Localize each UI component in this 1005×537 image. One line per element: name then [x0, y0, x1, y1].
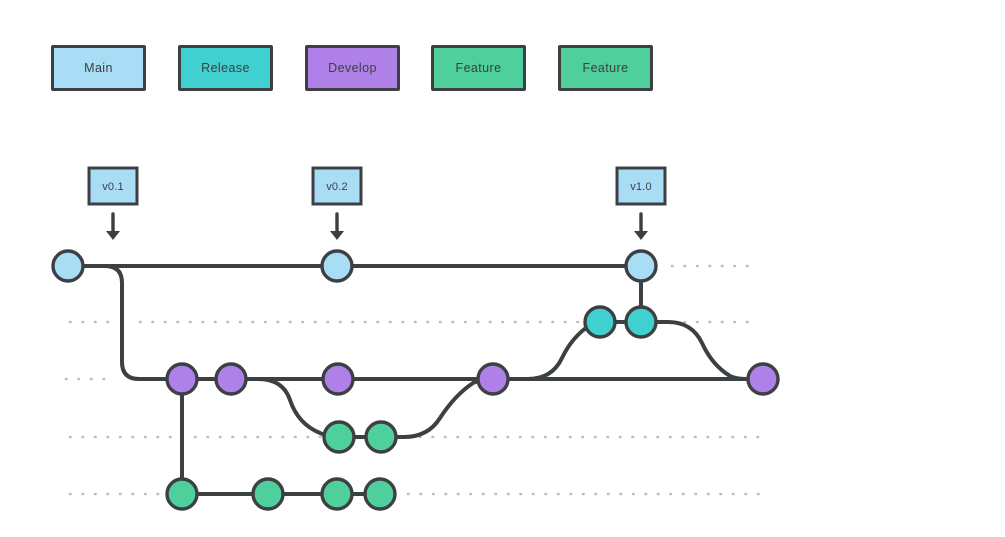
commit-circle[interactable] [364, 420, 398, 454]
commit-node-feature-b-12[interactable] [165, 477, 199, 511]
commit-circle[interactable] [476, 362, 510, 396]
commit-circle[interactable] [251, 477, 285, 511]
edge-release-merge-develop [639, 320, 750, 381]
commit-circle[interactable] [624, 305, 658, 339]
edge-feature-a-merge-develop [379, 377, 495, 439]
version-tag-v0-2[interactable]: v0.2 [311, 166, 363, 206]
tag-arrow-head-1 [330, 231, 344, 240]
commit-node-feature-a-10[interactable] [322, 420, 356, 454]
commit-circle[interactable] [321, 362, 355, 396]
tag-arrows [106, 212, 648, 240]
version-tag-label: v0.1 [102, 181, 124, 193]
commit-circle[interactable] [322, 420, 356, 454]
version-tag-v0-1[interactable]: v0.1 [87, 166, 139, 206]
commit-node-develop-9[interactable] [746, 362, 780, 396]
version-tag-label: v1.0 [630, 181, 652, 193]
commit-circle[interactable] [583, 305, 617, 339]
commit-circle[interactable] [51, 249, 85, 283]
tag-arrow-head-0 [106, 231, 120, 240]
commit-circle[interactable] [214, 362, 248, 396]
version-tag-v1-0[interactable]: v1.0 [615, 166, 667, 206]
commit-node-develop-5[interactable] [165, 362, 199, 396]
version-tag-label: v0.2 [326, 181, 348, 193]
version-tags: v0.1 v0.2 v1.0 [87, 166, 667, 206]
commit-circle[interactable] [320, 249, 354, 283]
commit-node-develop-7[interactable] [321, 362, 355, 396]
commit-node-main-2[interactable] [624, 249, 658, 283]
tag-arrow-head-2 [634, 231, 648, 240]
branch-graph: v0.1 v0.2 v1.0 [51, 166, 780, 511]
commit-node-feature-a-11[interactable] [364, 420, 398, 454]
commit-node-release-3[interactable] [583, 305, 617, 339]
commit-circle[interactable] [624, 249, 658, 283]
commit-node-feature-b-14[interactable] [320, 477, 354, 511]
commit-node-develop-6[interactable] [214, 362, 248, 396]
commit-circle[interactable] [165, 362, 199, 396]
commit-circle[interactable] [165, 477, 199, 511]
git-branching-diagram: Main Release Develop Feature Feature v0.1 v0.… [0, 0, 1005, 537]
commit-node-develop-8[interactable] [476, 362, 510, 396]
commit-node-feature-b-15[interactable] [363, 477, 397, 511]
commit-node-main-1[interactable] [320, 249, 354, 283]
edge-develop-to-feature-a [229, 377, 341, 439]
commit-circle[interactable] [363, 477, 397, 511]
commit-node-feature-b-13[interactable] [251, 477, 285, 511]
commit-circle[interactable] [320, 477, 354, 511]
commit-node-release-4[interactable] [624, 305, 658, 339]
commit-node-main-0[interactable] [51, 249, 85, 283]
commit-circle[interactable] [746, 362, 780, 396]
